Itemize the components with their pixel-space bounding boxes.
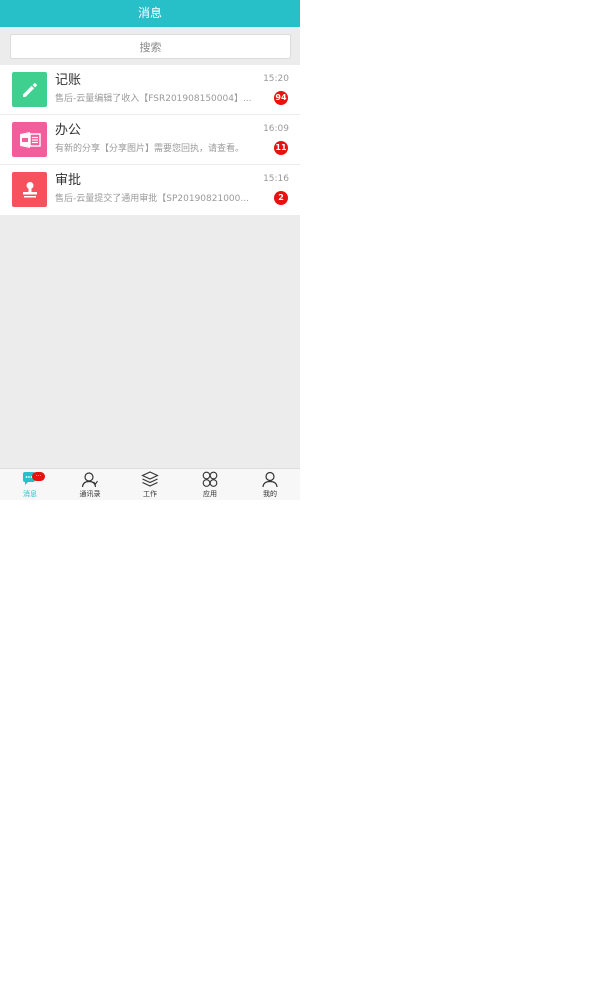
header-bar: 消息 bbox=[0, 0, 300, 27]
tab-label: 工作 bbox=[143, 490, 157, 498]
layers-icon bbox=[141, 471, 159, 487]
app-screen: 消息 搜索 记账 售后-云量编辑了收入【FSR201908150004】... … bbox=[0, 0, 300, 500]
conversation-item-accounting[interactable]: 记账 售后-云量编辑了收入【FSR201908150004】... 15:20 … bbox=[0, 65, 300, 115]
stamp-icon bbox=[12, 172, 47, 207]
tab-label: 我的 bbox=[263, 490, 277, 498]
conversation-title: 审批 bbox=[55, 173, 82, 188]
pencil-icon bbox=[12, 72, 47, 107]
conversation-list: 记账 售后-云量编辑了收入【FSR201908150004】... 15:20 … bbox=[0, 65, 300, 215]
apps-icon bbox=[202, 471, 218, 487]
tab-label: 通讯录 bbox=[79, 490, 101, 498]
unread-badge: 94 bbox=[274, 91, 288, 105]
user-icon bbox=[262, 471, 278, 488]
unread-badge: 2 bbox=[274, 191, 288, 205]
conversation-preview: 售后-云量编辑了收入【FSR201908150004】... bbox=[55, 94, 252, 104]
tab-label: 消息 bbox=[23, 490, 37, 498]
conversation-preview: 有新的分享【分享图片】需要您回执，请查看。 bbox=[55, 144, 245, 154]
tab-contacts[interactable]: 通讯录 bbox=[60, 469, 120, 500]
conversation-time: 16:09 bbox=[263, 124, 289, 134]
tab-messages[interactable]: ... 消息 bbox=[0, 469, 60, 500]
search-area: 搜索 bbox=[0, 27, 300, 64]
conversation-item-approval[interactable]: 审批 售后-云量提交了通用审批【SP20190821000... 15:16 2 bbox=[0, 165, 300, 215]
page-title: 消息 bbox=[137, 6, 162, 20]
search-placeholder: 搜索 bbox=[139, 40, 162, 54]
office-icon bbox=[12, 122, 47, 157]
bottom-tab-bar: ... 消息 通讯录 工作 应用 我的 bbox=[0, 468, 300, 500]
tab-work[interactable]: 工作 bbox=[120, 469, 180, 500]
contacts-icon bbox=[81, 472, 98, 488]
conversation-item-office[interactable]: 办公 有新的分享【分享图片】需要您回执，请查看。 16:09 11 bbox=[0, 115, 300, 165]
conversation-preview: 售后-云量提交了通用审批【SP20190821000... bbox=[55, 194, 249, 204]
conversation-time: 15:20 bbox=[263, 74, 289, 84]
tab-label: 应用 bbox=[203, 490, 217, 498]
tab-profile[interactable]: 我的 bbox=[240, 469, 300, 500]
tab-badge: ... bbox=[32, 472, 45, 481]
unread-badge: 11 bbox=[274, 141, 288, 155]
conversation-title: 办公 bbox=[55, 123, 82, 138]
search-input[interactable]: 搜索 bbox=[10, 34, 291, 59]
conversation-time: 15:16 bbox=[263, 174, 289, 184]
conversation-title: 记账 bbox=[55, 73, 82, 88]
tab-apps[interactable]: 应用 bbox=[180, 469, 240, 500]
